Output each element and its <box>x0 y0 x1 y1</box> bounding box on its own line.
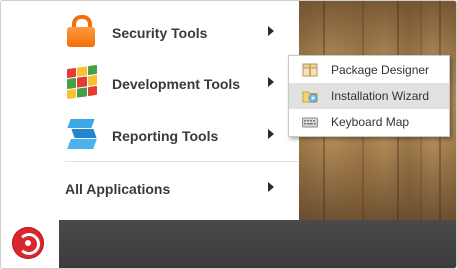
start-menu: Security Tools Development Tools Reporti… <box>59 1 299 220</box>
submenu-item-label: Keyboard Map <box>331 115 410 129</box>
menu-item-all-applications[interactable]: All Applications <box>59 162 299 214</box>
package-icon <box>302 63 318 77</box>
keyboard-icon <box>302 115 318 128</box>
start-button-area <box>1 220 59 268</box>
reporting-icon <box>65 117 99 151</box>
menu-item-security-tools[interactable]: Security Tools <box>59 6 299 58</box>
menu-item-label: Reporting Tools <box>112 128 219 144</box>
development-tools-submenu: Package Designer Installation Wizard Key… <box>288 55 450 137</box>
folder-disc-icon <box>302 89 318 103</box>
submenu-item-package-designer[interactable]: Package Designer <box>289 57 449 83</box>
submenu-item-label: Package Designer <box>331 63 430 77</box>
chevron-right-icon <box>268 182 274 192</box>
desktop: Security Tools Development Tools Reporti… <box>0 0 457 269</box>
sencha-logo-icon[interactable] <box>12 227 44 259</box>
chevron-right-icon <box>268 26 274 36</box>
menu-item-label: All Applications <box>65 181 171 197</box>
submenu-item-keyboard-map[interactable]: Keyboard Map <box>289 109 449 135</box>
taskbar <box>59 220 456 268</box>
submenu-item-installation-wizard[interactable]: Installation Wizard <box>289 83 449 109</box>
menu-item-development-tools[interactable]: Development Tools <box>59 57 299 109</box>
menu-item-reporting-tools[interactable]: Reporting Tools <box>59 109 299 161</box>
chevron-right-icon <box>268 129 274 139</box>
submenu-item-label: Installation Wizard <box>331 89 430 103</box>
chevron-right-icon <box>268 77 274 87</box>
menu-item-label: Security Tools <box>112 25 208 41</box>
rubik-cube-icon <box>65 64 99 100</box>
lock-icon <box>65 14 99 48</box>
menu-item-label: Development Tools <box>112 76 241 92</box>
